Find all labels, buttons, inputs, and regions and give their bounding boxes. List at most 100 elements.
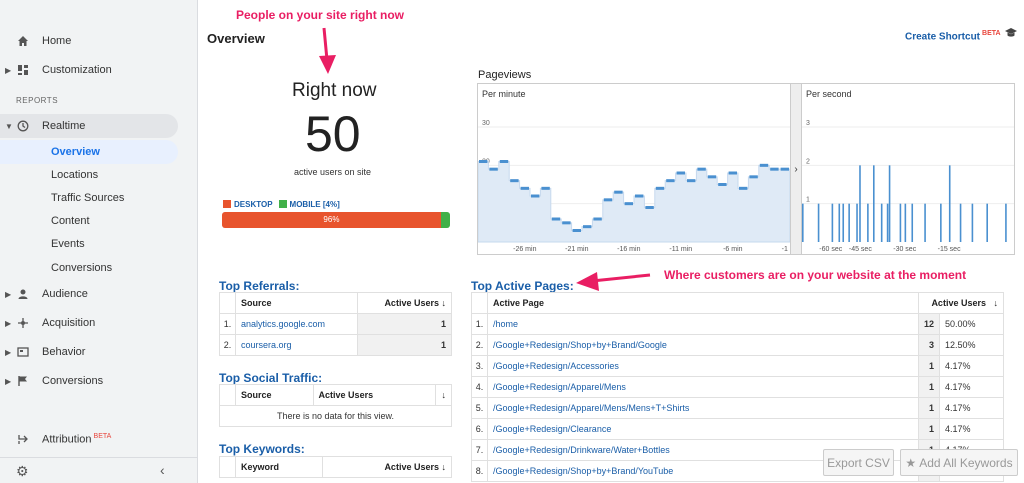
- col-active-page[interactable]: Active Page: [487, 292, 919, 314]
- col-source[interactable]: Source: [235, 384, 314, 406]
- table-row: 4./Google+Redesign/Apparel/Mens 1 4.17%: [471, 376, 1004, 398]
- second-bar: [867, 203, 869, 242]
- sort-arrow-icon: ↓: [993, 298, 999, 308]
- nav-realtime-locations[interactable]: Locations: [0, 163, 198, 187]
- sort-arrow-icon: ↓: [441, 462, 447, 472]
- referral-users: 1: [357, 313, 452, 335]
- page-percent: 4.17%: [939, 397, 1004, 419]
- x-tick-label: -60 sec: [819, 246, 842, 253]
- active-page-link[interactable]: /home: [487, 313, 919, 335]
- sort-arrow-icon: ↓: [441, 298, 447, 308]
- legend-desktop: DESKTOP: [223, 200, 273, 209]
- table-row: 2./Google+Redesign/Shop+by+Brand/Google 3…: [471, 334, 1004, 356]
- table-row: 6./Google+Redesign/Clearance 1 4.17%: [471, 418, 1004, 440]
- dashboard-icon: [16, 63, 30, 77]
- col-active-users[interactable]: Active Users ↓: [917, 292, 1005, 314]
- nav-attribution[interactable]: Attribution BETA: [0, 427, 198, 451]
- nav-acquisition[interactable]: ▶ Acquisition: [0, 311, 198, 335]
- chart-splitter[interactable]: ›: [791, 83, 801, 255]
- nav-events-label: Events: [51, 238, 85, 250]
- per-minute-label: Per minute: [482, 89, 526, 99]
- table-row: 3./Google+Redesign/Accessories 1 4.17%: [471, 355, 1004, 377]
- minute-bar-mark: [614, 190, 623, 194]
- nav-acquisition-label: Acquisition: [42, 317, 96, 329]
- nav-customization[interactable]: ▶ Customization: [0, 58, 198, 82]
- nav-behavior[interactable]: ▶ Behavior: [0, 340, 198, 364]
- reports-section-label: REPORTS: [16, 96, 59, 105]
- referral-source-link[interactable]: analytics.google.com: [234, 313, 359, 335]
- col-index: [219, 292, 236, 314]
- table-header-row: Active Page Active Users ↓: [471, 292, 1005, 314]
- col-source[interactable]: Source: [234, 292, 359, 314]
- create-shortcut-link[interactable]: Create Shortcut BETA: [905, 30, 1001, 42]
- nav-conversions[interactable]: ▶ Conversions: [0, 369, 198, 393]
- active-page-link[interactable]: /Google+Redesign/Apparel/Mens: [487, 376, 919, 398]
- export-csv-button[interactable]: Export CSV: [823, 449, 894, 476]
- minute-bar-mark: [687, 179, 696, 183]
- minute-bar-mark: [593, 217, 602, 221]
- no-data-message: There is no data for this view.: [219, 405, 452, 427]
- nav-realtime-conversions[interactable]: Conversions: [0, 256, 198, 280]
- nav-home[interactable]: Home: [0, 29, 198, 53]
- minute-bar-mark: [572, 229, 581, 232]
- nav-realtime-content[interactable]: Content: [0, 209, 198, 233]
- graduation-cap-icon[interactable]: [1004, 27, 1018, 42]
- second-bar: [872, 165, 875, 242]
- col-active-users[interactable]: Active Users ↓: [357, 292, 452, 314]
- minute-bar-mark: [666, 179, 675, 183]
- table-header-row: Source Active Users ↓: [219, 384, 452, 406]
- row-index: 8.: [471, 460, 488, 482]
- minute-bar-mark: [603, 198, 613, 202]
- nav-audience[interactable]: ▶ Audience: [0, 282, 198, 306]
- per-second-chart: 1 2 3 -60 sec -45 sec -30 sec -15 sec Per seco…: [801, 83, 1015, 255]
- table-row: 2. coursera.org 1: [219, 334, 452, 356]
- nav-realtime-events[interactable]: Events: [0, 232, 198, 256]
- nav-attribution-label: Attribution BETA: [42, 433, 111, 446]
- active-page-link[interactable]: /Google+Redesign/Accessories: [487, 355, 919, 377]
- annotation-top: People on your site right now: [236, 8, 405, 22]
- nav-realtime-traffic-sources[interactable]: Traffic Sources: [0, 186, 198, 210]
- col-keyword[interactable]: Keyword: [234, 456, 324, 478]
- col-active-users-text: Active Users: [384, 462, 439, 472]
- caret-right-icon: ▶: [5, 65, 12, 75]
- page-title: Overview: [207, 31, 265, 46]
- active-page-link[interactable]: /Google+Redesign/Apparel/Mens/Mens+T+Shi…: [487, 397, 919, 419]
- col-active-users[interactable]: Active Users: [312, 384, 437, 406]
- active-page-link[interactable]: /Google+Redesign/Shop+by+Brand/Google: [487, 334, 919, 356]
- top-active-pages-title: Top Active Pages:: [471, 279, 574, 293]
- behavior-icon: [16, 345, 30, 359]
- mobile-bar: [440, 212, 450, 228]
- second-bar: [859, 165, 861, 242]
- second-bar: [817, 203, 820, 242]
- gear-icon[interactable]: ⚙: [16, 463, 29, 480]
- table-header-row: Keyword Active Users ↓: [219, 456, 452, 478]
- x-tick-label: -21 min: [565, 246, 588, 253]
- nav-content-label: Content: [51, 215, 90, 227]
- page-percent: 4.17%: [939, 355, 1004, 377]
- add-all-keywords-button[interactable]: ★ Add All Keywords: [900, 449, 1018, 476]
- second-bar: [831, 203, 834, 242]
- legend-mobile-text: MOBILE [4%]: [289, 200, 340, 209]
- active-page-link[interactable]: /Google+Redesign/Clearance: [487, 418, 919, 440]
- top-social-title: Top Social Traffic:: [219, 371, 323, 385]
- attribution-text: Attribution: [42, 433, 92, 446]
- row-index: 6.: [471, 418, 488, 440]
- nav-realtime-conversions-label: Conversions: [51, 262, 113, 274]
- col-index: [471, 292, 488, 314]
- row-index: 5.: [471, 397, 488, 419]
- active-users-label: active users on site: [294, 167, 372, 177]
- col-active-users[interactable]: Active Users ↓: [322, 456, 452, 478]
- attribution-icon: [16, 432, 30, 446]
- sort-arrow-icon[interactable]: ↓: [435, 384, 452, 406]
- second-bar: [911, 203, 914, 242]
- desktop-bar-label: 96%: [323, 215, 340, 224]
- page-users: 1: [917, 397, 941, 419]
- x-tick-label: -26 min: [513, 246, 536, 253]
- chevron-left-icon[interactable]: ‹: [160, 462, 165, 478]
- nav-traffic-sources-label: Traffic Sources: [51, 192, 125, 204]
- minute-bar-mark: [707, 175, 717, 179]
- nav-realtime[interactable]: ▼ Realtime: [0, 114, 178, 138]
- nav-realtime-overview[interactable]: Overview: [0, 140, 178, 164]
- annotation-arrow-top: [319, 27, 336, 74]
- referral-source-link[interactable]: coursera.org: [234, 334, 359, 356]
